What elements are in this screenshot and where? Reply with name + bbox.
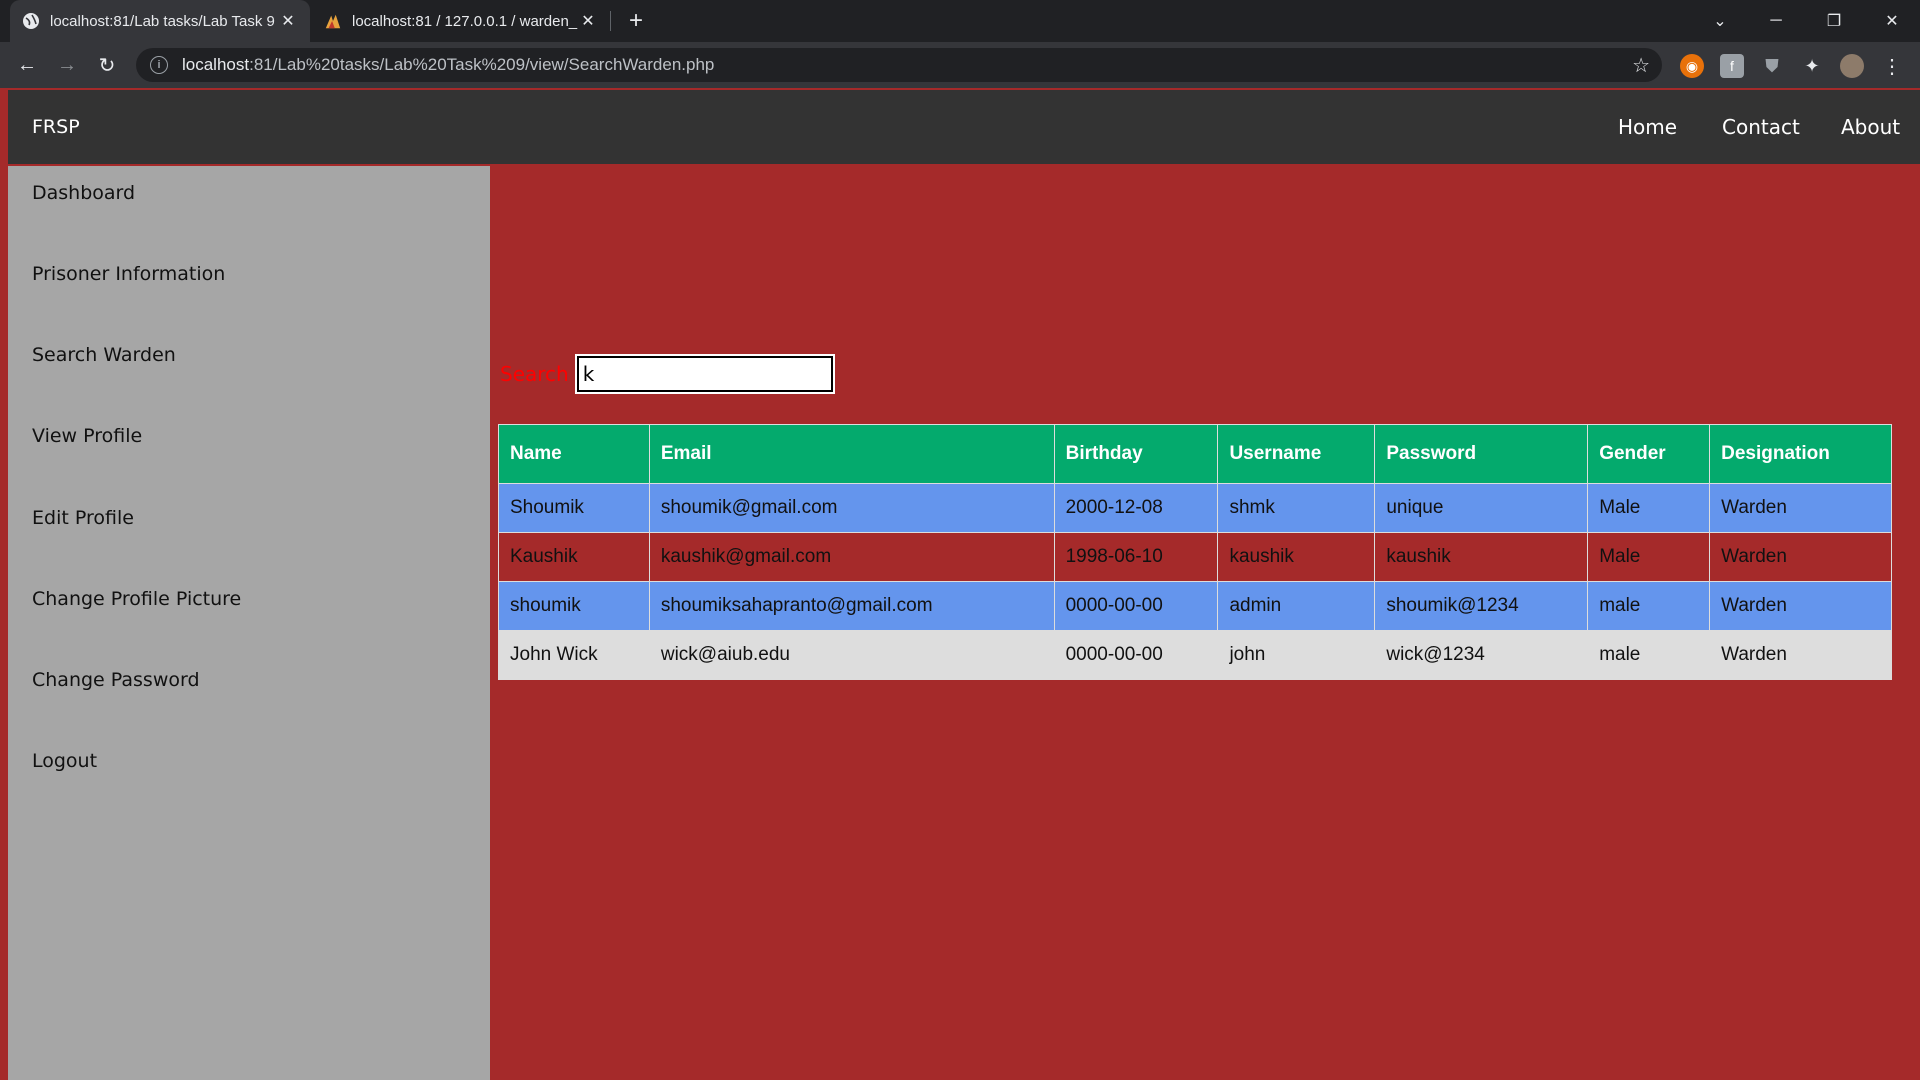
url-text: localhost:81/Lab%20tasks/Lab%20Task%209/… xyxy=(182,55,715,74)
sidebar: Dashboard Prisoner Information Search Wa… xyxy=(8,166,490,1080)
sidebar-item-change-password[interactable]: Change Password xyxy=(32,669,200,691)
table-cell: admin xyxy=(1217,581,1376,631)
browser-toolbar: ← → ↻ i localhost:81/Lab%20tasks/Lab%20T… xyxy=(0,42,1920,88)
browser-tab[interactable]: localhost:81 / 127.0.0.1 / warden_ ✕ xyxy=(312,0,610,42)
table-cell: kaushik@gmail.com xyxy=(648,532,1055,582)
brand-logo[interactable]: FRSP xyxy=(32,90,80,164)
table-cell: Warden xyxy=(1709,532,1892,582)
browser-tab-active[interactable]: localhost:81/Lab tasks/Lab Task 9 ✕ xyxy=(10,0,310,42)
table-cell: shoumik@gmail.com xyxy=(648,483,1055,533)
extensions-puzzle-icon[interactable]: ✦ xyxy=(1800,54,1824,78)
table-cell: male xyxy=(1587,630,1711,680)
table-row: John Wick wick@aiub.edu 0000-00-00 john … xyxy=(498,630,1892,680)
close-window-button[interactable]: ✕ xyxy=(1864,0,1920,42)
extension-shield-icon[interactable]: ⛊ xyxy=(1760,54,1784,78)
table-cell: Kaushik xyxy=(498,532,650,582)
browser-tabstrip: localhost:81/Lab tasks/Lab Task 9 ✕ loca… xyxy=(0,0,1920,42)
profile-avatar[interactable] xyxy=(1840,54,1864,78)
column-header: Username xyxy=(1217,424,1376,484)
table-cell: 0000-00-00 xyxy=(1053,630,1219,680)
column-header: Name xyxy=(498,424,650,484)
table-cell: wick@aiub.edu xyxy=(648,630,1055,680)
column-header: Gender xyxy=(1587,424,1711,484)
tab-title: localhost:81/Lab tasks/Lab Task 9 xyxy=(50,12,275,30)
table-cell: shmk xyxy=(1217,483,1376,533)
tab-divider xyxy=(610,11,611,31)
table-cell: Warden xyxy=(1709,483,1892,533)
column-header: Email xyxy=(648,424,1055,484)
back-icon[interactable]: ← xyxy=(12,50,42,80)
search-input[interactable] xyxy=(574,354,835,394)
search-row: Search xyxy=(500,354,835,394)
address-bar[interactable]: i localhost:81/Lab%20tasks/Lab%20Task%20… xyxy=(136,48,1662,82)
table-header-row: Name Email Birthday Username Password Ge… xyxy=(498,424,1892,484)
tab-title: localhost:81 / 127.0.0.1 / warden_ xyxy=(352,12,578,30)
extension-facebook-icon[interactable]: f xyxy=(1720,54,1744,78)
bookmark-star-icon[interactable]: ☆ xyxy=(1632,53,1650,78)
nav-link-contact[interactable]: Contact xyxy=(1722,90,1800,164)
table-cell: kaushik xyxy=(1217,532,1376,582)
browser-menu-icon[interactable]: ⋮ xyxy=(1880,54,1904,78)
sidebar-item-view-profile[interactable]: View Profile xyxy=(32,425,142,447)
table-row: Shoumik shoumik@gmail.com 2000-12-08 shm… xyxy=(498,483,1892,533)
table-cell: male xyxy=(1587,581,1711,631)
table-cell: wick@1234 xyxy=(1374,630,1589,680)
table-cell: Male xyxy=(1587,532,1711,582)
table-cell: shoumik xyxy=(498,581,650,631)
close-tab-icon[interactable]: ✕ xyxy=(278,11,298,31)
globe-icon xyxy=(22,12,40,30)
table-row: shoumik shoumiksahapranto@gmail.com 0000… xyxy=(498,581,1892,631)
table-cell: 1998-06-10 xyxy=(1053,532,1219,582)
page-content: FRSP Home Contact About Dashboard Prison… xyxy=(0,88,1920,1080)
table-cell: john xyxy=(1217,630,1376,680)
table-cell: Male xyxy=(1587,483,1711,533)
site-info-icon[interactable]: i xyxy=(150,56,168,74)
column-header: Designation xyxy=(1709,424,1892,484)
reload-icon[interactable]: ↻ xyxy=(92,50,122,80)
nav-link-about[interactable]: About xyxy=(1841,90,1900,164)
extension-rss-icon[interactable]: ◉ xyxy=(1680,54,1704,78)
forward-icon[interactable]: → xyxy=(52,50,82,80)
sidebar-item-logout[interactable]: Logout xyxy=(32,750,97,772)
top-navbar: FRSP Home Contact About xyxy=(8,90,1920,164)
phpmyadmin-icon xyxy=(324,12,342,30)
tab-search-icon[interactable]: ⌄ xyxy=(1692,0,1748,42)
table-cell: unique xyxy=(1374,483,1589,533)
minimize-button[interactable]: ─ xyxy=(1748,0,1804,42)
column-header: Birthday xyxy=(1053,424,1219,484)
new-tab-button[interactable]: + xyxy=(620,0,652,42)
table-cell: shoumik@1234 xyxy=(1374,581,1589,631)
table-cell: John Wick xyxy=(498,630,650,680)
sidebar-item-prisoner-information[interactable]: Prisoner Information xyxy=(32,263,225,285)
search-label: Search xyxy=(500,362,569,386)
column-header: Password xyxy=(1374,424,1589,484)
table-cell: 0000-00-00 xyxy=(1053,581,1219,631)
sidebar-item-dashboard[interactable]: Dashboard xyxy=(32,182,135,204)
table-cell: Warden xyxy=(1709,630,1892,680)
sidebar-item-edit-profile[interactable]: Edit Profile xyxy=(32,507,134,529)
table-cell: Warden xyxy=(1709,581,1892,631)
restore-button[interactable]: ❐ xyxy=(1806,0,1862,42)
table-cell: 2000-12-08 xyxy=(1053,483,1219,533)
table-cell: kaushik xyxy=(1374,532,1589,582)
table-cell: shoumiksahapranto@gmail.com xyxy=(648,581,1055,631)
table-row: Kaushik kaushik@gmail.com 1998-06-10 kau… xyxy=(498,532,1892,582)
sidebar-item-search-warden[interactable]: Search Warden xyxy=(32,344,176,366)
close-tab-icon[interactable]: ✕ xyxy=(578,11,598,31)
sidebar-item-change-profile-picture[interactable]: Change Profile Picture xyxy=(32,588,241,610)
table-cell: Shoumik xyxy=(498,483,650,533)
nav-link-home[interactable]: Home xyxy=(1618,90,1677,164)
warden-table: Name Email Birthday Username Password Ge… xyxy=(498,424,1892,680)
